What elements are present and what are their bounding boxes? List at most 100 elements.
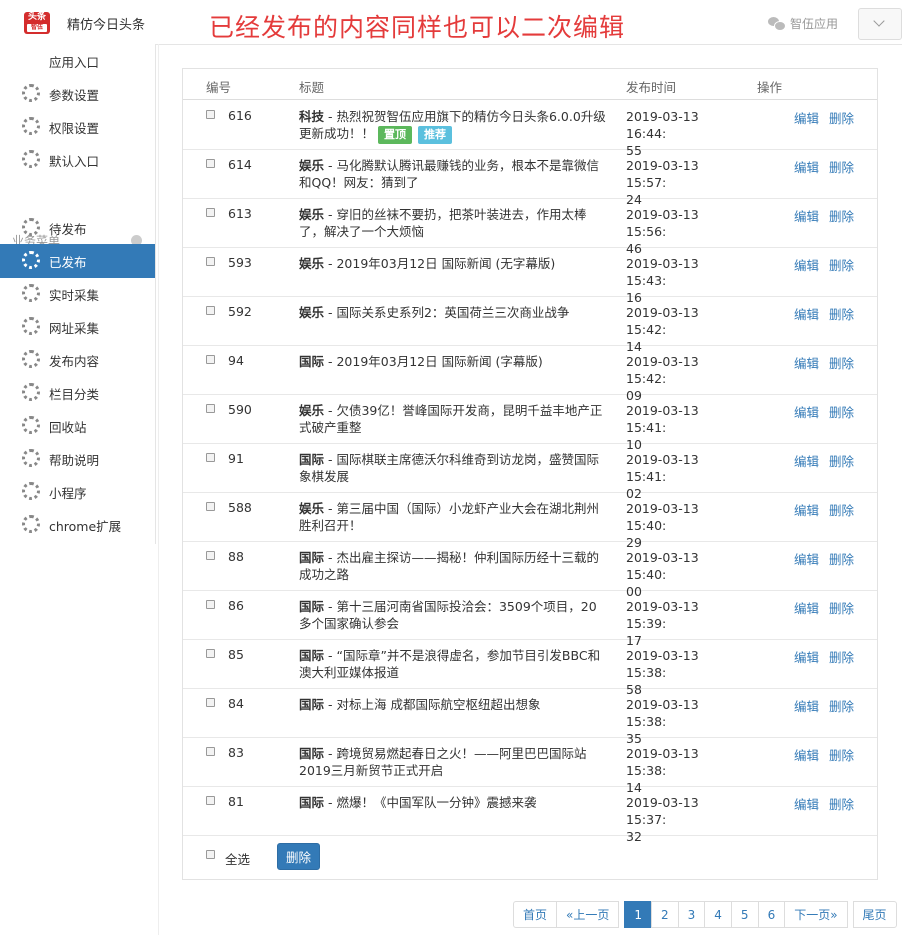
app-logo[interactable]: 头条 智伍 bbox=[24, 12, 50, 34]
delete-link[interactable]: 删除 bbox=[829, 549, 854, 568]
select-all-checkbox[interactable] bbox=[206, 850, 215, 859]
edit-link[interactable]: 编辑 bbox=[794, 108, 819, 127]
pagination-prev[interactable]: «上一页 bbox=[556, 901, 620, 928]
edit-link[interactable]: 编辑 bbox=[794, 451, 819, 470]
pagination-page[interactable]: 3 bbox=[677, 901, 706, 928]
edit-link[interactable]: 编辑 bbox=[794, 500, 819, 519]
edit-link[interactable]: 编辑 bbox=[794, 647, 819, 666]
pagination-page[interactable]: 6 bbox=[757, 901, 786, 928]
sidebar-item[interactable]: chrome扩展 bbox=[0, 508, 155, 542]
sidebar-item[interactable]: 应用入口 bbox=[0, 44, 155, 78]
row-checkbox[interactable] bbox=[206, 551, 215, 560]
row-category: 娱乐 bbox=[299, 158, 325, 173]
row-checkbox[interactable] bbox=[206, 453, 215, 462]
delete-link[interactable]: 删除 bbox=[829, 794, 854, 813]
row-title[interactable]: 国际 - 杰出雇主探访——揭秘！仲利国际历经十三载的成功之路 bbox=[299, 549, 607, 583]
row-title[interactable]: 娱乐 - 马化腾默认腾讯最赚钱的业务，根本不是靠微信和QQ！网友：猜到了 bbox=[299, 157, 607, 191]
delete-link[interactable]: 删除 bbox=[829, 500, 854, 519]
edit-link[interactable]: 编辑 bbox=[794, 549, 819, 568]
row-title[interactable]: 国际 - 燃爆！《中国军队一分钟》震撼来袭 bbox=[299, 794, 607, 811]
row-title[interactable]: 国际 - 第十三届河南省国际投洽会：3509个项目，20多个国家确认参会 bbox=[299, 598, 607, 632]
edit-link[interactable]: 编辑 bbox=[794, 794, 819, 813]
account-menu[interactable]: 智伍应用 bbox=[768, 15, 838, 32]
edit-link[interactable]: 编辑 bbox=[794, 157, 819, 176]
row-checkbox[interactable] bbox=[206, 208, 215, 217]
row-checkbox[interactable] bbox=[206, 600, 215, 609]
row-checkbox[interactable] bbox=[206, 257, 215, 266]
header-dropdown-toggle[interactable] bbox=[858, 8, 902, 40]
edit-link[interactable]: 编辑 bbox=[794, 696, 819, 715]
row-title[interactable]: 国际 - 2019年03月12日 国际新闻 (字幕版) bbox=[299, 353, 607, 370]
sidebar-item[interactable]: 小程序 bbox=[0, 475, 155, 509]
sidebar-item[interactable]: 待发布 bbox=[0, 211, 155, 245]
delete-link[interactable]: 删除 bbox=[829, 255, 854, 274]
row-title-text: - 杰出雇主探访——揭秘！仲利国际历经十三载的成功之路 bbox=[299, 550, 599, 582]
sidebar-item[interactable]: 发布内容 bbox=[0, 343, 155, 377]
sidebar-item[interactable]: 帮助说明 bbox=[0, 442, 155, 476]
sidebar-item[interactable]: 实时采集 bbox=[0, 277, 155, 311]
row-title[interactable]: 娱乐 - 欠债39亿！誉峰国际开发商，昆明千益丰地产正式破产重整 bbox=[299, 402, 607, 436]
row-checkbox[interactable] bbox=[206, 355, 215, 364]
sidebar-item-label: 网址采集 bbox=[49, 321, 100, 336]
row-title[interactable]: 国际 - “国际章”并不是浪得虚名，参加节目引发BBC和澳大利亚媒体报道 bbox=[299, 647, 607, 681]
delete-link[interactable]: 删除 bbox=[829, 647, 854, 666]
row-title[interactable]: 国际 - 对标上海 成都国际航空枢纽超出想象 bbox=[299, 696, 607, 713]
delete-link[interactable]: 删除 bbox=[829, 108, 854, 127]
row-checkbox[interactable] bbox=[206, 796, 215, 805]
edit-link[interactable]: 编辑 bbox=[794, 402, 819, 421]
bulk-delete-button[interactable]: 删除 bbox=[277, 843, 320, 870]
row-id: 91 bbox=[228, 451, 244, 466]
pagination-last[interactable]: 尾页 bbox=[852, 901, 897, 928]
row-checkbox[interactable] bbox=[206, 404, 215, 413]
select-all-label[interactable]: 全选 bbox=[225, 849, 250, 868]
row-checkbox[interactable] bbox=[206, 747, 215, 756]
delete-link[interactable]: 删除 bbox=[829, 402, 854, 421]
row-checkbox[interactable] bbox=[206, 110, 215, 119]
row-title[interactable]: 娱乐 - 穿旧的丝袜不要扔，把茶叶装进去，作用太棒了，解决了一个大烦恼 bbox=[299, 206, 607, 240]
content-divider bbox=[158, 44, 159, 935]
edit-link[interactable]: 编辑 bbox=[794, 745, 819, 764]
sidebar-item[interactable]: 栏目分类 bbox=[0, 376, 155, 410]
sidebar-item[interactable]: 回收站 bbox=[0, 409, 155, 443]
delete-link[interactable]: 删除 bbox=[829, 745, 854, 764]
row-checkbox[interactable] bbox=[206, 502, 215, 511]
pagination-page[interactable]: 5 bbox=[730, 901, 759, 928]
delete-link[interactable]: 删除 bbox=[829, 696, 854, 715]
delete-link[interactable]: 删除 bbox=[829, 304, 854, 323]
sidebar-item[interactable]: 参数设置 bbox=[0, 77, 155, 111]
row-title[interactable]: 娱乐 - 国际关系史系列2：英国荷兰三次商业战争 bbox=[299, 304, 607, 321]
delete-link[interactable]: 删除 bbox=[829, 353, 854, 372]
sidebar-item[interactable]: 默认入口 bbox=[0, 143, 155, 177]
row-title[interactable]: 国际 - 跨境贸易燃起春日之火！——阿里巴巴国际站2019三月新贸节正式开启 bbox=[299, 745, 607, 779]
delete-link[interactable]: 删除 bbox=[829, 157, 854, 176]
row-title-text: - “国际章”并不是浪得虚名，参加节目引发BBC和澳大利亚媒体报道 bbox=[299, 648, 601, 680]
pagination-page[interactable]: 1 bbox=[624, 901, 652, 928]
row-id: 592 bbox=[228, 304, 252, 319]
row-title[interactable]: 娱乐 - 第三届中国（国际）小龙虾产业大会在湖北荆州胜利召开！ bbox=[299, 500, 607, 534]
pagination-page[interactable]: 4 bbox=[704, 901, 732, 928]
delete-link[interactable]: 删除 bbox=[829, 598, 854, 617]
pagination-first[interactable]: 首页 bbox=[513, 901, 558, 928]
row-title[interactable]: 娱乐 - 2019年03月12日 国际新闻 (无字幕版) bbox=[299, 255, 607, 272]
edit-link[interactable]: 编辑 bbox=[794, 353, 819, 372]
row-publish-time-line1: 2019-03-13 15:38: bbox=[626, 697, 699, 729]
edit-link[interactable]: 编辑 bbox=[794, 255, 819, 274]
pagination-page[interactable]: 2 bbox=[651, 901, 679, 928]
app-title[interactable]: 精仿今日头条 bbox=[67, 14, 145, 33]
pagination-next[interactable]: 下一页» bbox=[784, 901, 848, 928]
sidebar-item[interactable]: 权限设置 bbox=[0, 110, 155, 144]
row-checkbox[interactable] bbox=[206, 698, 215, 707]
sidebar-item[interactable]: 已发布 bbox=[0, 244, 155, 278]
row-checkbox[interactable] bbox=[206, 649, 215, 658]
edit-link[interactable]: 编辑 bbox=[794, 206, 819, 225]
edit-link[interactable]: 编辑 bbox=[794, 598, 819, 617]
row-checkbox[interactable] bbox=[206, 159, 215, 168]
delete-link[interactable]: 删除 bbox=[829, 206, 854, 225]
row-checkbox[interactable] bbox=[206, 306, 215, 315]
row-title[interactable]: 国际 - 国际棋联主席德沃尔科维奇到访龙岗，盛赞国际象棋发展 bbox=[299, 451, 607, 485]
row-title[interactable]: 科技 - 热烈祝贺智伍应用旗下的精仿今日头条6.0.0升级更新成功！！ 置顶 推… bbox=[299, 108, 607, 144]
sidebar-item[interactable]: 网址采集 bbox=[0, 310, 155, 344]
delete-link[interactable]: 删除 bbox=[829, 451, 854, 470]
edit-link[interactable]: 编辑 bbox=[794, 304, 819, 323]
table-row: 94 国际 - 2019年03月12日 国际新闻 (字幕版) 2019-03-13 … bbox=[183, 345, 877, 403]
